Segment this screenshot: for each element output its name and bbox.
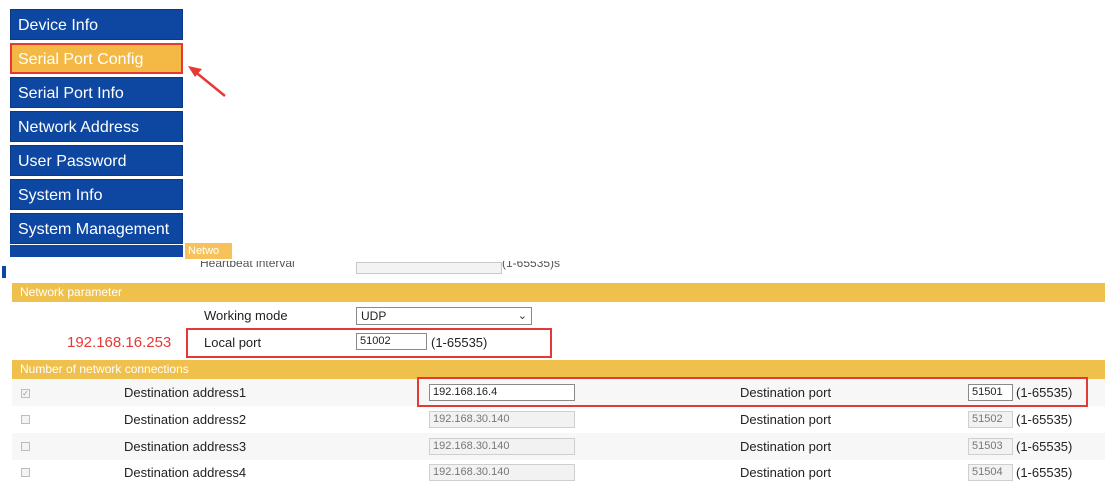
- heartbeat-range: (1-65535)s: [502, 261, 561, 270]
- destination-port-label-2: Destination port: [740, 412, 832, 427]
- sidebar-item-system-management[interactable]: System Management: [10, 213, 183, 244]
- destination-port-input-4[interactable]: 51504: [968, 464, 1013, 481]
- annotation-arrow-icon: [188, 66, 226, 97]
- destination-address-label-1: Destination address1: [124, 385, 247, 400]
- annotation-ip: 192.168.16.253: [67, 334, 172, 351]
- working-mode-label: Working mode: [204, 308, 288, 323]
- heartbeat-row: Heartbeat interval (1-65535)s: [0, 261, 1105, 275]
- network-parameter-header: Network parameter: [12, 283, 1105, 302]
- sidebar-item-serial-port-info[interactable]: Serial Port Info: [10, 77, 183, 108]
- working-mode-select[interactable]: UDP ⌄: [356, 307, 532, 325]
- connection-checkbox-3[interactable]: [21, 442, 30, 451]
- destination-address-label-4: Destination address4: [124, 465, 247, 480]
- destination-address-input-2[interactable]: 192.168.30.140: [429, 411, 575, 428]
- destination-address-label-2: Destination address2: [124, 412, 247, 427]
- local-port-highlight: [186, 328, 552, 358]
- destination-port-input-2[interactable]: 51502: [968, 411, 1013, 428]
- destination-port-input-3[interactable]: 51503: [968, 438, 1013, 455]
- tab-network-fragment[interactable]: Netwo: [185, 243, 232, 259]
- heartbeat-input[interactable]: [356, 262, 502, 274]
- destination-address-input-4[interactable]: 192.168.30.140: [429, 464, 575, 481]
- sidebar-item-serial-port-config[interactable]: Serial Port Config: [10, 43, 183, 74]
- working-mode-value: UDP: [361, 309, 387, 323]
- sidebar-item-system-info[interactable]: System Info: [10, 179, 183, 210]
- sidebar-bottom-edge: [10, 245, 183, 257]
- sidebar-item-network-address[interactable]: Network Address: [10, 111, 183, 142]
- destination-address-label-3: Destination address3: [124, 439, 247, 454]
- sidebar-item-device-info[interactable]: Device Info: [10, 9, 183, 40]
- destination-port-range-2: (1-65535): [1016, 412, 1073, 427]
- connection-checkbox-2[interactable]: [21, 415, 30, 424]
- chevron-down-icon: ⌄: [517, 310, 527, 322]
- connection-checkbox-1[interactable]: ✓: [21, 389, 30, 398]
- destination-row-1-highlight: [417, 377, 1088, 407]
- destination-port-label-3: Destination port: [740, 439, 832, 454]
- connection-checkbox-4[interactable]: [21, 468, 30, 477]
- sidebar-item-user-password[interactable]: User Password: [10, 145, 183, 176]
- destination-port-range-4: (1-65535): [1016, 465, 1073, 480]
- heartbeat-label: Heartbeat interval: [200, 261, 295, 270]
- sidebar-nav: Device Info Serial Port Config Serial Po…: [10, 9, 183, 247]
- destination-address-input-3[interactable]: 192.168.30.140: [429, 438, 575, 455]
- destination-port-label-4: Destination port: [740, 465, 832, 480]
- destination-port-range-3: (1-65535): [1016, 439, 1073, 454]
